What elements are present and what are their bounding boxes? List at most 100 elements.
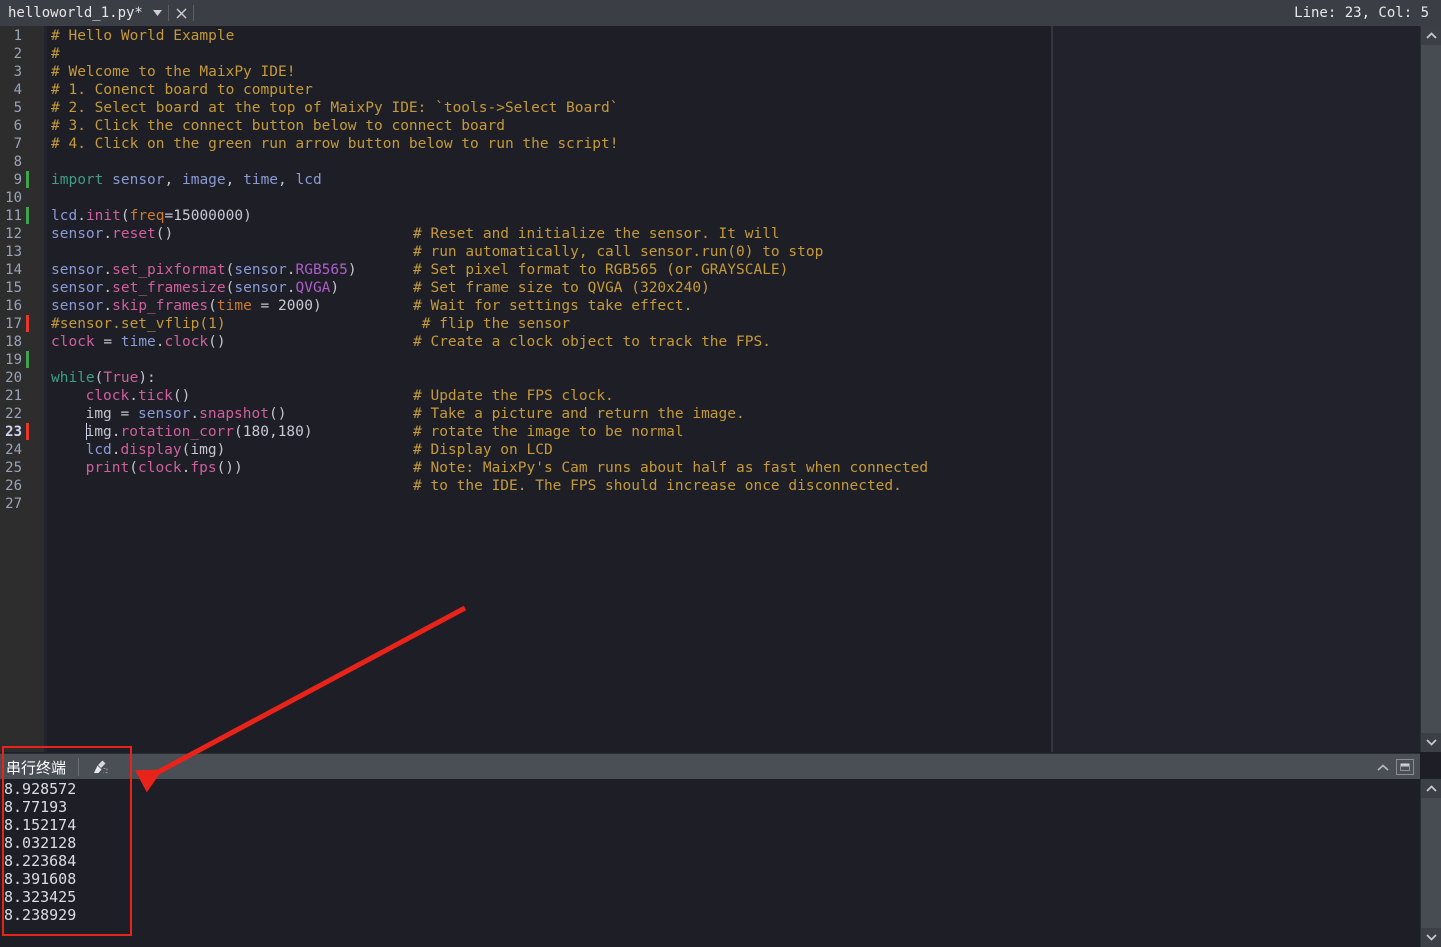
code-line[interactable]: lcd.init(freq=15000000) [51, 207, 252, 225]
code-token: time [216, 298, 252, 314]
code-token: lcd [295, 172, 322, 188]
serial-terminal-title: 串行终端 [6, 758, 67, 777]
code-trailing-comment: # Create a clock object to track the FPS… [413, 334, 771, 350]
line-number: 1 [13, 28, 22, 44]
code-token: () [172, 388, 191, 404]
code-token: . [103, 298, 113, 314]
code-line[interactable]: sensor.reset() [51, 225, 173, 243]
code-line[interactable]: img = sensor.snapshot() [86, 405, 287, 423]
code-token: ) [216, 442, 226, 458]
scroll-down-button[interactable] [1421, 733, 1441, 752]
code-token: freq [129, 208, 165, 224]
line-number: 9 [13, 172, 22, 188]
code-line[interactable]: print(clock.fps()) [86, 459, 243, 477]
line-change-marker [26, 351, 29, 368]
line-number: 13 [5, 244, 22, 260]
code-line[interactable]: sensor.set_pixformat(sensor.RGB565) [51, 261, 357, 279]
code-token: 180 [242, 424, 269, 440]
code-token: sensor [138, 406, 191, 422]
code-trailing-comment: # to the IDE. The FPS should increase on… [413, 478, 902, 494]
code-token: = [111, 406, 138, 422]
line-number: 11 [5, 208, 22, 224]
code-token: snapshot [199, 406, 269, 422]
code-token: , [225, 172, 244, 188]
code-line[interactable]: img.rotation_corr(180,180) [86, 423, 313, 441]
editor-vertical-scrollbar[interactable] [1420, 26, 1441, 752]
code-token: = [94, 334, 121, 350]
code-token: 2000 [278, 298, 313, 314]
clear-broom-icon[interactable] [89, 756, 111, 778]
code-line[interactable]: # Hello World Example [51, 27, 234, 45]
header-divider [78, 758, 80, 776]
code-line[interactable]: # Welcome to the MaixPy IDE! [51, 63, 295, 81]
code-line[interactable]: sensor.skip_frames(time = 2000) [51, 297, 322, 315]
code-trailing-comment: # Reset and initialize the sensor. It wi… [413, 226, 780, 242]
code-line[interactable]: lcd.display(img) [86, 441, 226, 459]
terminal-vertical-scrollbar[interactable] [1420, 779, 1441, 947]
code-line[interactable]: #sensor.set_vflip(1) [51, 315, 226, 333]
code-line[interactable]: clock.tick() [86, 387, 191, 405]
code-line[interactable]: import sensor, image, time, lcd [51, 171, 322, 189]
code-token: fps [190, 460, 217, 476]
scroll-track[interactable] [1421, 45, 1441, 733]
line-number: 26 [5, 478, 22, 494]
code-token: sensor [51, 298, 104, 314]
code-token: = [251, 298, 279, 314]
code-line[interactable]: while(True): [51, 369, 156, 387]
restore-window-button[interactable] [1396, 759, 1414, 775]
code-token: time [120, 334, 156, 350]
scroll-up-button[interactable] [1421, 26, 1441, 45]
line-change-marker [26, 207, 29, 224]
code-line[interactable]: # 1. Conenct board to computer [51, 81, 313, 99]
code-token: . [111, 424, 121, 440]
code-token: # Hello World Example [51, 28, 235, 44]
code-token: ): [138, 370, 156, 386]
code-token: , [278, 172, 296, 188]
terminal-scroll-up-button[interactable] [1421, 779, 1441, 798]
code-token: . [111, 442, 121, 458]
editor-right-pane[interactable] [1053, 26, 1420, 752]
terminal-output-line: 8.223684 [4, 852, 77, 870]
code-token: True [103, 370, 139, 386]
code-line[interactable]: # 4. Click on the green run arrow button… [51, 135, 618, 153]
code-token: rotation_corr [120, 424, 235, 440]
code-token: . [155, 334, 165, 350]
code-token: RGB565 [295, 262, 348, 278]
code-line[interactable]: # [51, 45, 60, 63]
code-token: clock [164, 334, 209, 350]
code-token: QVGA [295, 280, 331, 296]
chevron-down-icon[interactable] [150, 0, 164, 26]
tab-separator-2 [193, 5, 194, 21]
code-token: sensor [234, 280, 287, 296]
terminal-scroll-down-button[interactable] [1421, 928, 1441, 947]
line-number: 19 [5, 352, 22, 368]
editor-tab-helloworld[interactable]: helloworld_1.py* [0, 0, 204, 26]
code-trailing-comment: # Display on LCD [413, 442, 553, 458]
line-number: 5 [13, 100, 22, 116]
code-token: ) [303, 424, 313, 440]
serial-terminal-header: 串行终端 [0, 753, 1420, 780]
code-text-pane[interactable]: # Hello World Example # # Welcome to the M… [47, 26, 1051, 752]
code-line[interactable]: sensor.set_framesize(sensor.QVGA) [51, 279, 339, 297]
line-number: 17 [5, 316, 22, 332]
code-trailing-comment: # flip the sensor [413, 316, 571, 332]
terminal-scroll-track[interactable] [1421, 798, 1441, 928]
serial-terminal-output[interactable]: 8.928572 8.77193 8.152174 8.032128 8.223684 8… [0, 779, 1420, 947]
code-line[interactable]: # 2. Select board at the top of MaixPy I… [51, 99, 618, 117]
code-editor-area[interactable]: 1 2 3 4 5 6 7 8 9 10 11 12 13 14 15 16 17 18 19 20 21 22 23 24 2… [0, 26, 1420, 752]
code-token: . [129, 388, 138, 404]
code-token: clock [85, 388, 130, 404]
close-icon[interactable] [173, 0, 189, 26]
code-token: # Welcome to the MaixPy IDE! [51, 64, 296, 80]
code-line[interactable]: clock = time.clock() [51, 333, 226, 351]
code-token: ( [129, 460, 138, 476]
code-token: tick [137, 388, 173, 404]
code-token: img [190, 442, 217, 458]
line-number: 10 [5, 190, 22, 206]
code-token: # 2. Select board at the top of MaixPy I… [51, 100, 619, 116]
collapse-panel-button[interactable] [1370, 754, 1396, 780]
terminal-output-line: 8.77193 [4, 798, 68, 816]
code-line[interactable]: # 3. Click the connect button below to c… [51, 117, 505, 135]
code-token: () [208, 334, 226, 350]
